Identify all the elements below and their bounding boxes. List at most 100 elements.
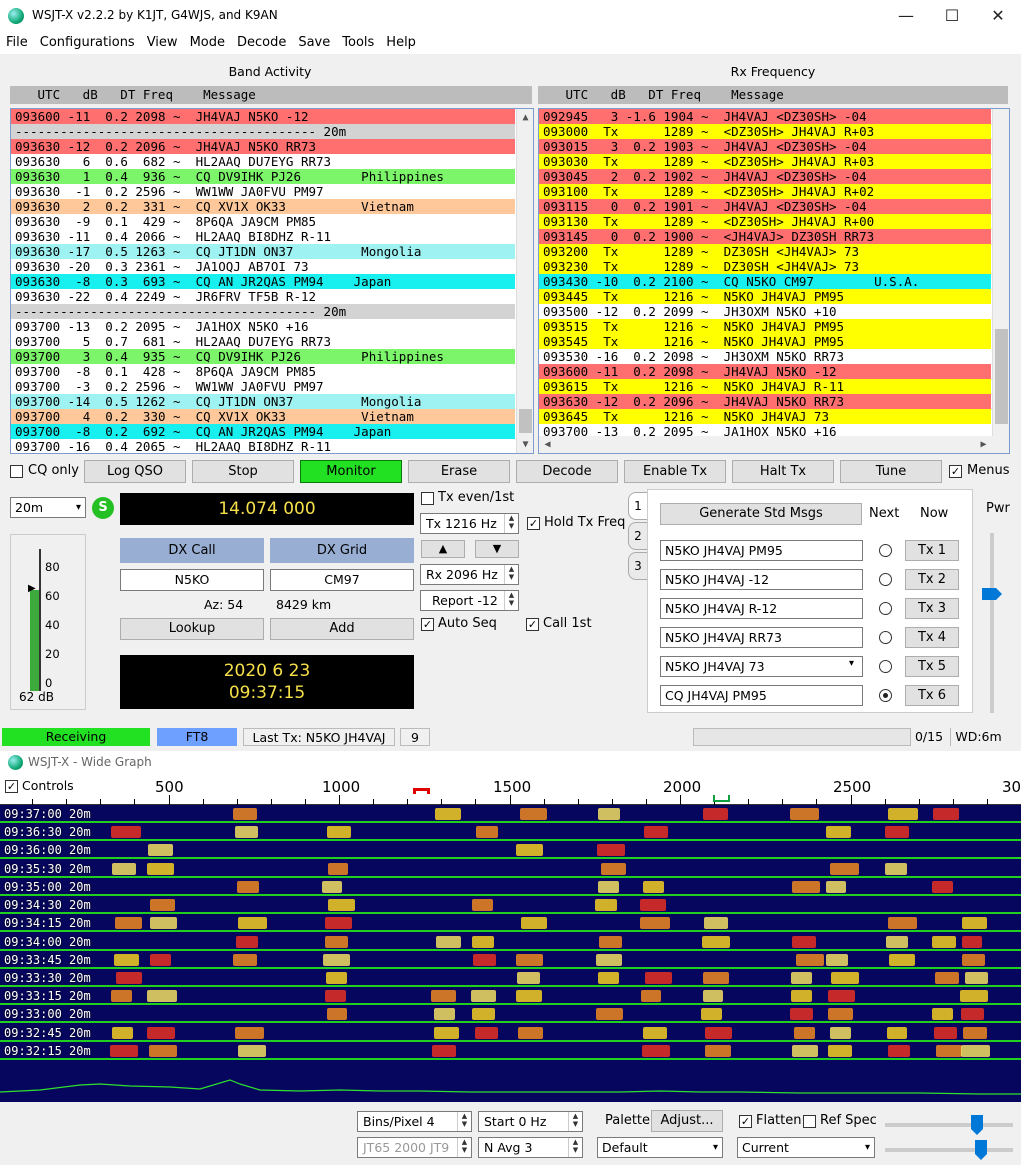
message-row[interactable]: 093630 -1 0.2 2596 ~ WW1WW JA0FVU PM97	[11, 184, 515, 199]
decode-button[interactable]: Decode	[516, 460, 618, 483]
flatten-checkbox[interactable]: ✓	[739, 1115, 752, 1128]
controls-checkbox[interactable]: ✓	[5, 780, 18, 793]
menu-tools[interactable]: Tools	[336, 32, 380, 54]
menu-decode[interactable]: Decode	[231, 32, 292, 54]
stop-button[interactable]: Stop	[192, 460, 294, 483]
enable-tx-button[interactable]: Enable Tx	[624, 460, 726, 483]
erase-button[interactable]: Erase	[408, 460, 510, 483]
message-row[interactable]: 093630 -17 0.5 1263 ~ CQ JT1DN ON37 Mong…	[11, 244, 515, 259]
chevron-down-icon[interactable]: ▾	[849, 658, 854, 669]
scroll-thumb[interactable]	[995, 329, 1008, 424]
message-row[interactable]: 093630 -22 0.4 2249 ~ JR6FRV TF5B R-12	[11, 289, 515, 304]
message-row[interactable]: 093030 Tx 1289 ~ <DZ30SH> JH4VAJ R+03	[539, 154, 991, 169]
band-activity-scrollbar[interactable]: ▲ ▼	[516, 109, 533, 453]
message-row[interactable]: 093630 6 0.6 682 ~ HL2AAQ DU7EYG RR73	[11, 154, 515, 169]
bins-pixel-spinbox[interactable]: Bins/Pixel 4 ▲ ▼	[357, 1111, 472, 1132]
scroll-right-icon[interactable]: ▶	[975, 436, 992, 453]
message-row[interactable]: 093700 -14 0.5 1262 ~ CQ JT1DN ON37 Mong…	[11, 394, 515, 409]
call-1st-checkbox[interactable]: ✓	[526, 618, 539, 631]
menu-view[interactable]: View	[141, 32, 184, 54]
message-row[interactable]: 093630 -12 0.2 2096 ~ JH4VAJ N5KO RR73	[539, 394, 991, 409]
message-row[interactable]: 093015 3 0.2 1903 ~ JH4VAJ <DZ30SH> -04	[539, 139, 991, 154]
message-row[interactable]: ----------------------------------------…	[11, 304, 515, 319]
spin-arrows-icon[interactable]: ▲ ▼	[457, 1138, 471, 1157]
tab-1[interactable]: 1	[628, 492, 648, 520]
message-row[interactable]: 093615 Tx 1216 ~ N5KO JH4VAJ R-11	[539, 379, 991, 394]
message-row[interactable]: 093700 3 0.4 935 ~ CQ DV9IHK PJ26 Philip…	[11, 349, 515, 364]
tx5-button[interactable]: Tx 5	[905, 656, 959, 677]
message-row[interactable]: 093200 Tx 1289 ~ DZ30SH <JH4VAJ> 73	[539, 244, 991, 259]
n-avg-spinbox[interactable]: N Avg 3 ▲ ▼	[478, 1137, 583, 1158]
menus-checkbox[interactable]: ✓	[949, 465, 962, 478]
rx-frequency-hscrollbar[interactable]: ◀ ▶	[539, 436, 1009, 453]
tab-2[interactable]: 2	[628, 522, 648, 550]
log-qso-button[interactable]: Log QSO	[84, 460, 186, 483]
rx-freq-spinbox[interactable]: Rx 2096 Hz ▲ ▼	[420, 564, 519, 585]
tx-message-input[interactable]: CQ JH4VAJ PM95	[660, 685, 863, 706]
message-row[interactable]: 093430 -10 0.2 2100 ~ CQ N5KO CM97 U.S.A…	[539, 274, 991, 289]
spin-arrows-icon[interactable]: ▲ ▼	[504, 565, 518, 584]
message-row[interactable]: 093700 -13 0.2 2095 ~ JA1HOX N5KO +16	[11, 319, 515, 334]
halt-tx-button[interactable]: Halt Tx	[732, 460, 834, 483]
spin-arrows-icon[interactable]: ▲ ▼	[568, 1138, 582, 1157]
tx-even-checkbox[interactable]	[421, 492, 434, 505]
message-row[interactable]: 093600 -11 0.2 2098 ~ JH4VAJ N5KO -12	[539, 364, 991, 379]
tx-message-input[interactable]: N5KO JH4VAJ 73	[660, 656, 863, 677]
tx4-button[interactable]: Tx 4	[905, 627, 959, 648]
cq-only-checkbox[interactable]	[10, 465, 23, 478]
next-radio[interactable]	[879, 660, 892, 673]
spin-arrows-icon[interactable]: ▲ ▼	[504, 591, 518, 610]
freq-down-button[interactable]: ▼	[475, 540, 519, 558]
message-row[interactable]: 093145 0 0.2 1900 ~ <JH4VAJ> DZ30SH RR73	[539, 229, 991, 244]
message-row[interactable]: 093545 Tx 1216 ~ N5KO JH4VAJ PM95	[539, 334, 991, 349]
message-row[interactable]: 093630 -20 0.3 2361 ~ JA1OQJ AB7OI 73	[11, 259, 515, 274]
spin-arrows-icon[interactable]: ▲ ▼	[568, 1112, 582, 1131]
add-button[interactable]: Add	[270, 618, 414, 640]
pwr-slider-track[interactable]	[990, 533, 994, 713]
next-radio[interactable]	[879, 689, 892, 702]
message-row[interactable]: 093630 -8 0.3 693 ~ CQ AN JR2QAS PM94 Ja…	[11, 274, 515, 289]
s-meter-button[interactable]: S	[92, 497, 114, 519]
band-activity-list[interactable]: 093600 -11 0.2 2098 ~ JH4VAJ N5KO -12 ---…	[10, 108, 534, 454]
report-spinbox[interactable]: Report -12 ▲ ▼	[420, 590, 519, 611]
tx-message-input[interactable]: N5KO JH4VAJ -12	[660, 569, 863, 590]
waterfall[interactable]: 09:37:00 20m 09:36:30 20m 09:36:00 20m 09:3…	[0, 805, 1021, 1102]
message-row[interactable]: 093700 4 0.2 330 ~ CQ XV1X OK33 Vietnam	[11, 409, 515, 424]
dx-call-input[interactable]: N5KO	[120, 569, 264, 591]
message-row[interactable]: 093630 2 0.2 331 ~ CQ XV1X OK33 Vietnam	[11, 199, 515, 214]
message-row[interactable]: 093515 Tx 1216 ~ N5KO JH4VAJ PM95	[539, 319, 991, 334]
auto-seq-checkbox[interactable]: ✓	[421, 618, 434, 631]
gain-slider-thumb[interactable]	[971, 1115, 983, 1135]
message-row[interactable]: 093045 2 0.2 1902 ~ JH4VAJ <DZ30SH> -04	[539, 169, 991, 184]
scroll-down-icon[interactable]: ▼	[517, 436, 533, 453]
close-button[interactable]: ✕	[975, 0, 1021, 32]
scroll-up-icon[interactable]: ▲	[517, 109, 533, 126]
message-row[interactable]: 093700 -3 0.2 2596 ~ WW1WW JA0FVU PM97	[11, 379, 515, 394]
menu-save[interactable]: Save	[292, 32, 336, 54]
tx6-button[interactable]: Tx 6	[905, 685, 959, 706]
next-radio[interactable]	[879, 573, 892, 586]
spin-arrows-icon[interactable]: ▲ ▼	[457, 1112, 471, 1131]
message-row[interactable]: 093700 -16 0.4 2065 ~ HL2AAQ BI8DHZ R-11	[11, 439, 515, 453]
message-row[interactable]: ----------------------------------------…	[11, 124, 515, 139]
freq-up-button[interactable]: ▲	[421, 540, 465, 558]
message-row[interactable]: 093700 -8 0.2 692 ~ CQ AN JR2QAS PM94 Ja…	[11, 424, 515, 439]
message-row[interactable]: 093115 0 0.2 1901 ~ JH4VAJ <DZ30SH> -04	[539, 199, 991, 214]
message-row[interactable]: 093600 -11 0.2 2098 ~ JH4VAJ N5KO -12	[11, 109, 515, 124]
scroll-thumb[interactable]	[519, 409, 532, 433]
jt65-split-spinbox[interactable]: JT65 2000 JT9 ▲ ▼	[357, 1137, 472, 1158]
message-row[interactable]: 093630 -11 0.4 2066 ~ HL2AAQ BI8DHZ R-11	[11, 229, 515, 244]
zero-slider-thumb[interactable]	[975, 1140, 987, 1160]
message-row[interactable]: 093100 Tx 1289 ~ <DZ30SH> JH4VAJ R+02	[539, 184, 991, 199]
message-row[interactable]: 093445 Tx 1216 ~ N5KO JH4VAJ PM95	[539, 289, 991, 304]
message-row[interactable]: 093630 1 0.4 936 ~ CQ DV9IHK PJ26 Philip…	[11, 169, 515, 184]
tx-message-input[interactable]: N5KO JH4VAJ PM95	[660, 540, 863, 561]
tune-button[interactable]: Tune	[840, 460, 942, 483]
message-row[interactable]: 093645 Tx 1216 ~ N5KO JH4VAJ 73	[539, 409, 991, 424]
minimize-button[interactable]: —	[883, 0, 929, 32]
message-row[interactable]: 093230 Tx 1289 ~ DZ30SH <JH4VAJ> 73	[539, 259, 991, 274]
monitor-button[interactable]: Monitor	[300, 460, 402, 483]
message-row[interactable]: 093700 5 0.7 681 ~ HL2AAQ DU7EYG RR73	[11, 334, 515, 349]
message-row[interactable]: 093000 Tx 1289 ~ <DZ30SH> JH4VAJ R+03	[539, 124, 991, 139]
tx-freq-spinbox[interactable]: Tx 1216 Hz ▲ ▼	[420, 513, 519, 534]
